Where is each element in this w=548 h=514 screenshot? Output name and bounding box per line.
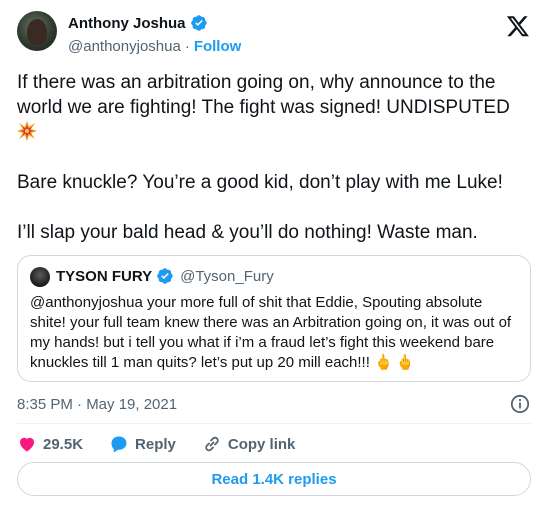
reply-button[interactable]: Reply bbox=[109, 434, 176, 454]
verified-badge-icon bbox=[157, 268, 173, 284]
copy-link-button[interactable]: Copy link bbox=[202, 434, 296, 454]
separator-dot: · bbox=[184, 38, 190, 55]
reply-bubble-icon bbox=[111, 436, 127, 453]
middle-finger-emoji: 🖕🖕 bbox=[374, 354, 418, 371]
quoted-author-name: TYSON FURY bbox=[56, 267, 153, 285]
copy-link-label: Copy link bbox=[227, 435, 296, 453]
verified-badge-icon bbox=[190, 15, 207, 31]
tweet-paragraph: Bare knuckle? You’re a good kid, don’t p… bbox=[17, 172, 503, 193]
tweet-paragraph: I’ll slap your bald head & you’ll do not… bbox=[17, 222, 478, 243]
author-avatar[interactable] bbox=[17, 11, 57, 51]
like-count: 29.5K bbox=[43, 435, 84, 453]
quoted-author-avatar bbox=[30, 267, 50, 287]
read-replies-button[interactable]: Read 1.4K replies bbox=[17, 462, 531, 496]
author-name-row: Anthony Joshua bbox=[68, 14, 208, 32]
info-icon[interactable] bbox=[510, 394, 530, 414]
divider bbox=[17, 423, 531, 424]
reply-label: Reply bbox=[135, 435, 176, 453]
collision-emoji-icon bbox=[17, 121, 37, 141]
quoted-text: @anthonyjoshua your more full of shit th… bbox=[30, 294, 512, 371]
author-handle[interactable]: @anthonyjoshua bbox=[68, 38, 181, 55]
tweet-text: If there was an arbitration going on, wh… bbox=[17, 70, 532, 245]
quoted-author-handle: @Tyson_Fury bbox=[180, 267, 274, 285]
heart-icon bbox=[20, 437, 34, 452]
follow-button[interactable]: Follow bbox=[194, 38, 242, 55]
quoted-header: TYSON FURY @Tyson_Fury bbox=[56, 267, 274, 285]
like-button[interactable]: 29.5K bbox=[17, 434, 83, 454]
x-logo-icon[interactable] bbox=[506, 14, 530, 38]
tweet-paragraph: If there was an arbitration going on, wh… bbox=[17, 70, 532, 145]
action-bar: 29.5K Reply Copy link bbox=[17, 434, 321, 454]
quoted-tweet[interactable]: TYSON FURY @Tyson_Fury @anthonyjoshua yo… bbox=[17, 255, 531, 382]
timestamp[interactable]: 8:35 PM · May 19, 2021 bbox=[17, 396, 177, 413]
tweet-embed-card: Anthony Joshua @anthonyjoshua · Follow I… bbox=[0, 0, 548, 514]
author-handle-row: @anthonyjoshua · Follow bbox=[68, 38, 241, 55]
link-icon bbox=[205, 436, 219, 452]
author-name[interactable]: Anthony Joshua bbox=[68, 15, 186, 32]
